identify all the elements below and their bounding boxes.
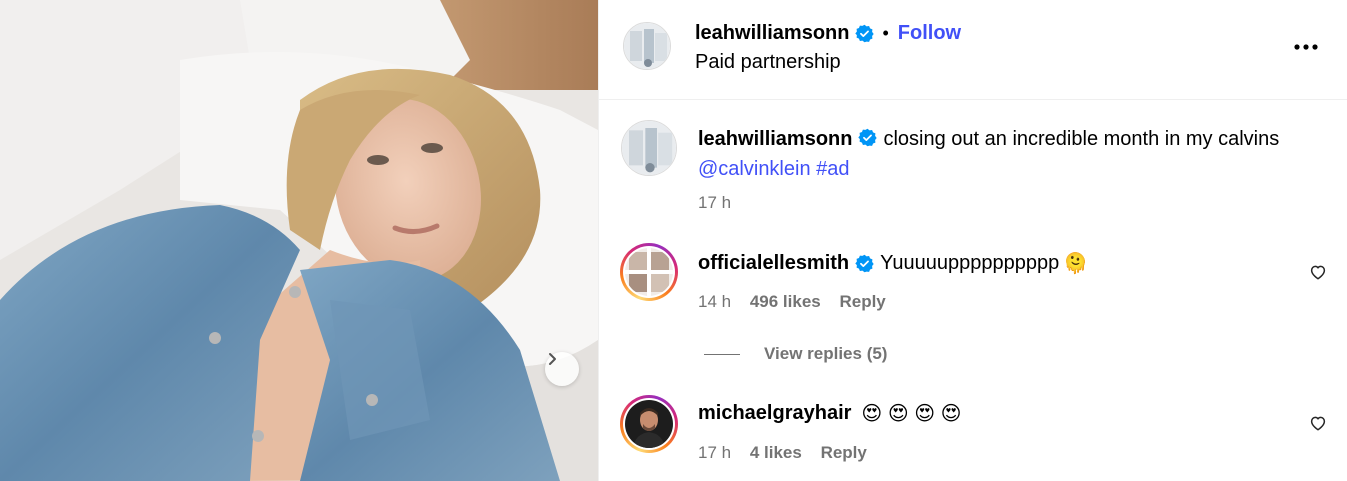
comment-username[interactable]: officialellesmith	[698, 252, 849, 275]
verified-badge-icon	[858, 128, 878, 147]
comment-timestamp[interactable]: 14 h	[698, 292, 731, 311]
follow-button[interactable]: Follow	[898, 22, 961, 45]
comment-username[interactable]: michaelgrayhair	[698, 402, 851, 425]
comment-text: Yuuuuupppppppppp	[880, 252, 1060, 274]
chevron-right-icon	[549, 353, 556, 365]
heart-icon	[1310, 416, 1326, 431]
verified-badge-icon	[855, 254, 874, 273]
comment-body: officialellesmith Yuuuuupppppppppp 🫠	[698, 251, 1088, 276]
more-horizontal-icon	[1294, 44, 1318, 50]
post-caption: leahwilliamsonn closing out an incredibl…	[698, 124, 1318, 218]
comment-likes[interactable]: 4 likes	[750, 443, 802, 462]
commenter-avatar[interactable]	[620, 243, 678, 301]
post-header: leahwilliamsonn • Follow Paid partnershi…	[599, 0, 1347, 100]
author-avatar[interactable]	[623, 22, 671, 70]
caption-text: closing out an incredible month in my ca…	[883, 128, 1280, 150]
comment-timestamp[interactable]: 17 h	[698, 443, 731, 462]
post-photo	[0, 0, 598, 481]
separator-dot: •	[882, 22, 889, 43]
melting-face-emoji: 🫠	[1063, 253, 1089, 275]
author-username[interactable]: leahwilliamsonn	[695, 22, 849, 45]
post-media[interactable]	[0, 0, 598, 481]
caption-timestamp[interactable]: 17 h	[698, 188, 1318, 218]
mention-link[interactable]: @calvinklein	[698, 158, 811, 180]
view-replies-label: View replies (5)	[764, 344, 888, 363]
carousel-next-button[interactable]	[545, 352, 579, 386]
hashtag-link[interactable]: #ad	[816, 158, 849, 180]
like-comment-button[interactable]	[1307, 412, 1329, 434]
heart-icon	[1310, 265, 1326, 280]
view-replies-button[interactable]: View replies (5)	[704, 344, 887, 364]
commenter-avatar[interactable]	[620, 395, 678, 453]
paid-partnership-label[interactable]: Paid partnership	[695, 51, 841, 74]
reply-button[interactable]: Reply	[821, 443, 867, 462]
author-line: leahwilliamsonn • Follow	[695, 20, 961, 46]
reply-button[interactable]: Reply	[839, 292, 885, 311]
caption-author-avatar[interactable]	[621, 120, 677, 176]
like-comment-button[interactable]	[1307, 261, 1329, 283]
comment-meta: 17 h 4 likes Reply	[698, 443, 881, 463]
replies-divider	[704, 353, 740, 355]
comment-likes[interactable]: 496 likes	[750, 292, 821, 311]
heart-eyes-emoji: 😍 😍 😍 😍	[861, 403, 962, 425]
comment-body: michaelgrayhair 😍 😍 😍 😍	[698, 401, 962, 426]
caption-username[interactable]: leahwilliamsonn	[698, 128, 852, 150]
comment-meta: 14 h 496 likes Reply	[698, 292, 900, 312]
verified-badge-icon	[855, 24, 875, 42]
post-details-pane: leahwilliamsonn • Follow Paid partnershi…	[598, 0, 1347, 481]
more-options-button[interactable]	[1293, 34, 1319, 60]
